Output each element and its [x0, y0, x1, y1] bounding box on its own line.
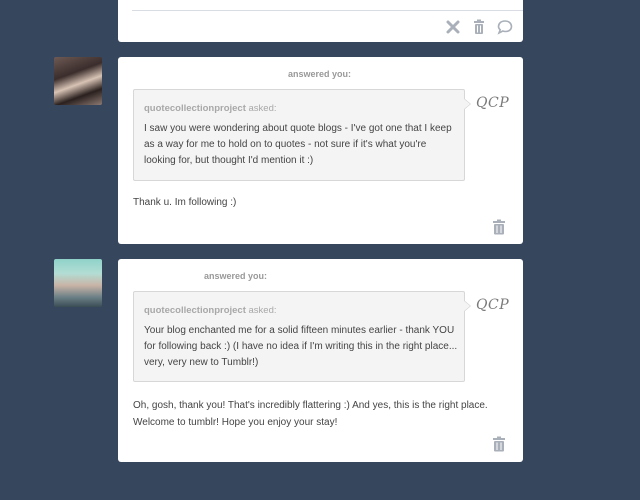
answered-label: answered you:: [288, 69, 352, 79]
divider: [132, 10, 523, 11]
post-actions: [445, 19, 513, 35]
question-text: Your blog enchanted me for a solid fifte…: [144, 325, 458, 368]
close-icon[interactable]: [445, 19, 461, 35]
asker-name[interactable]: quotecollectionproject: [144, 103, 246, 114]
reply-icon[interactable]: [497, 19, 513, 35]
trash-icon[interactable]: [492, 219, 506, 235]
answer-text: Oh, gosh, thank you! That's incredibly f…: [133, 400, 488, 428]
answered-label: answered you:: [204, 271, 268, 281]
answer-post-card: answered you: quotecollectionproject ask…: [118, 57, 523, 244]
asked-label: asked:: [245, 305, 277, 316]
avatar[interactable]: [54, 57, 102, 105]
question-bubble: quotecollectionproject asked: I saw you …: [133, 89, 471, 181]
previous-post-card: [118, 0, 523, 42]
answer-text: Thank u. Im following :): [133, 197, 237, 208]
question-bubble: quotecollectionproject asked: Your blog …: [133, 291, 471, 382]
asked-label: asked:: [245, 103, 277, 114]
asker-name[interactable]: quotecollectionproject: [144, 305, 246, 316]
question-text: I saw you were wondering about quote blo…: [144, 123, 452, 166]
asker-line: quotecollectionproject asked:: [144, 103, 277, 114]
asker-line: quotecollectionproject asked:: [144, 305, 277, 316]
asker-signature: QCP: [476, 95, 510, 111]
asker-signature: QCP: [476, 297, 510, 313]
avatar[interactable]: [54, 259, 102, 307]
answer-post-card: answered you: quotecollectionproject ask…: [118, 259, 523, 462]
trash-icon[interactable]: [471, 19, 487, 35]
trash-icon[interactable]: [492, 436, 506, 452]
